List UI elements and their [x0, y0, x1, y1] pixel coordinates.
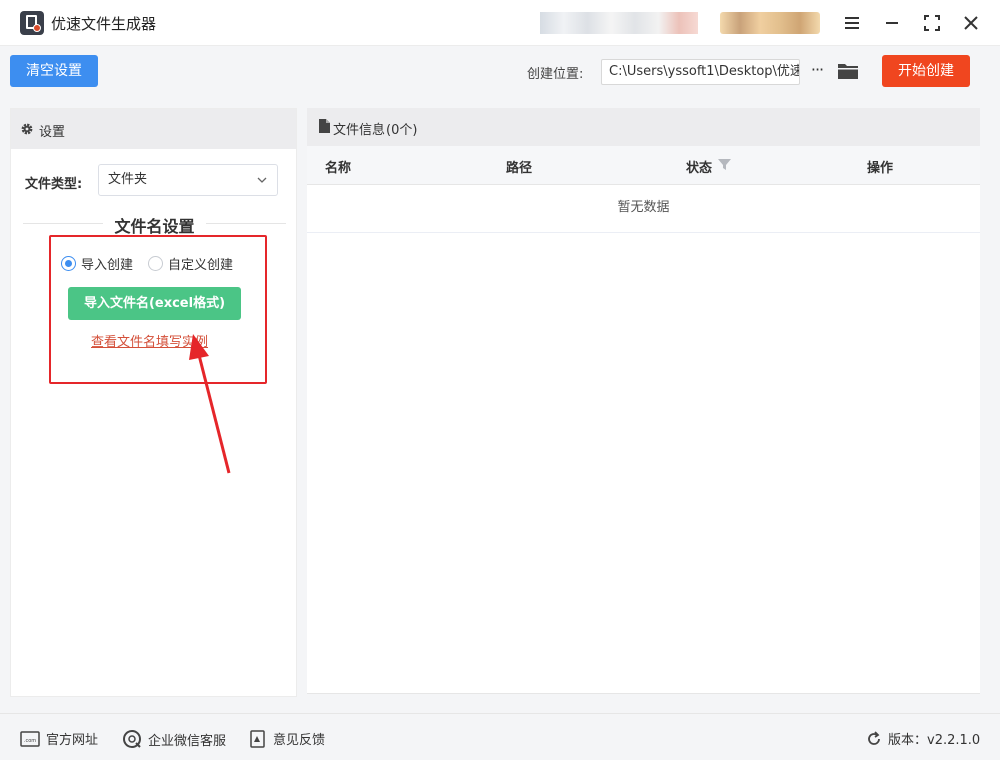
toolbar: 清空设置 创建位置: C:\Users\yssoft1\Desktop\优速 ·…: [0, 46, 1000, 96]
file-type-value: 文件夹: [108, 172, 148, 187]
wechat-service-label: 企业微信客服: [148, 733, 227, 749]
more-options-button[interactable]: ···: [807, 59, 827, 85]
gear-icon: [21, 123, 33, 135]
app-title: 优速文件生成器: [51, 15, 157, 33]
column-status: 状态: [686, 161, 713, 176]
table-header: 名称 路径 状态 操作: [307, 146, 980, 185]
official-website-label: 官方网址: [46, 733, 99, 748]
version-info[interactable]: 版本：v2.2.1.0: [866, 729, 980, 748]
blurred-user-info: [540, 12, 698, 34]
filter-icon[interactable]: [718, 158, 731, 171]
wechat-service-link[interactable]: 企业微信客服: [122, 729, 226, 749]
blurred-vip-badge[interactable]: [720, 12, 820, 34]
website-icon: .com: [20, 730, 40, 747]
feedback-link[interactable]: 意见反馈: [249, 729, 325, 748]
settings-header-label: 设置: [39, 125, 66, 140]
filename-settings-title: 文件名设置: [114, 217, 195, 236]
folder-icon[interactable]: [837, 60, 859, 82]
divider: [206, 223, 286, 224]
title-bar: 优速文件生成器: [0, 0, 1000, 46]
feedback-label: 意见反馈: [273, 733, 326, 748]
file-info-header: 文件信息 (0个): [307, 108, 980, 146]
location-input[interactable]: C:\Users\yssoft1\Desktop\优速: [601, 59, 800, 85]
start-create-button[interactable]: 开始创建: [882, 55, 970, 87]
file-type-select[interactable]: 文件夹: [98, 164, 278, 196]
menu-icon[interactable]: [840, 11, 864, 35]
location-label: 创建位置:: [527, 67, 584, 82]
svg-text:.com: .com: [24, 738, 36, 744]
divider: [23, 223, 103, 224]
app-logo-icon: [20, 11, 44, 35]
feedback-icon: [250, 729, 265, 748]
file-type-label: 文件类型:: [25, 177, 83, 192]
column-path: 路径: [506, 161, 533, 176]
document-icon: [319, 119, 330, 133]
chevron-down-icon: [257, 177, 267, 183]
wechat-icon: [123, 730, 141, 748]
column-action: 操作: [867, 161, 894, 176]
official-website-link[interactable]: .com 官方网址: [20, 729, 98, 748]
file-info-panel: 文件信息 (0个) 名称 路径 状态 操作 暂无数据: [307, 108, 980, 694]
settings-header: 设置: [11, 109, 296, 149]
column-name: 名称: [325, 161, 352, 176]
settings-panel: 设置 文件类型: 文件夹 文件名设置 导入创建 自定义创建 导入文件名(exce…: [10, 108, 297, 697]
minimize-icon[interactable]: [880, 11, 904, 35]
footer: .com 官方网址 企业微信客服 意见反馈 版本：v2.2.1.0: [0, 713, 1000, 760]
annotation-arrow: [189, 334, 231, 474]
refresh-icon: [868, 730, 880, 745]
empty-state: 暂无数据: [307, 185, 980, 233]
version-label: 版本：v2.2.1.0: [888, 733, 981, 748]
clear-settings-button[interactable]: 清空设置: [10, 55, 98, 87]
close-icon[interactable]: [959, 11, 983, 35]
maximize-icon[interactable]: [920, 11, 944, 35]
file-info-label: 文件信息: [333, 123, 386, 138]
file-count: (0个): [386, 123, 418, 138]
